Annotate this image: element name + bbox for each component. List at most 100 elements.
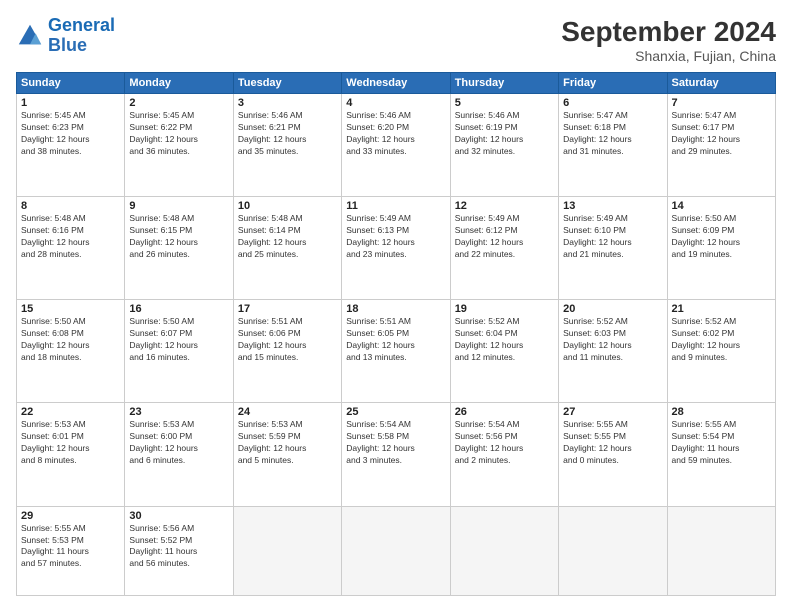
- title-section: September 2024 Shanxia, Fujian, China: [561, 16, 776, 64]
- day-info: Sunrise: 5:53 AM Sunset: 6:00 PM Dayligh…: [129, 419, 228, 467]
- day-number: 2: [129, 97, 228, 109]
- day-info: Sunrise: 5:46 AM Sunset: 6:19 PM Dayligh…: [455, 110, 554, 158]
- page: General Blue September 2024 Shanxia, Fuj…: [0, 0, 792, 612]
- day-info: Sunrise: 5:49 AM Sunset: 6:13 PM Dayligh…: [346, 213, 445, 261]
- calendar-cell: 1Sunrise: 5:45 AM Sunset: 6:23 PM Daylig…: [17, 94, 125, 197]
- calendar-cell: 7Sunrise: 5:47 AM Sunset: 6:17 PM Daylig…: [667, 94, 775, 197]
- day-number: 29: [21, 510, 120, 522]
- day-info: Sunrise: 5:55 AM Sunset: 5:53 PM Dayligh…: [21, 523, 120, 571]
- day-info: Sunrise: 5:48 AM Sunset: 6:15 PM Dayligh…: [129, 213, 228, 261]
- weekday-header: Friday: [559, 73, 667, 94]
- day-info: Sunrise: 5:54 AM Sunset: 5:56 PM Dayligh…: [455, 419, 554, 467]
- weekday-header: Thursday: [450, 73, 558, 94]
- day-number: 26: [455, 406, 554, 418]
- day-info: Sunrise: 5:53 AM Sunset: 5:59 PM Dayligh…: [238, 419, 337, 467]
- calendar-cell: 29Sunrise: 5:55 AM Sunset: 5:53 PM Dayli…: [17, 506, 125, 595]
- logo-line2: Blue: [48, 36, 115, 56]
- weekday-header: Saturday: [667, 73, 775, 94]
- calendar-cell: 22Sunrise: 5:53 AM Sunset: 6:01 PM Dayli…: [17, 403, 125, 506]
- day-info: Sunrise: 5:50 AM Sunset: 6:08 PM Dayligh…: [21, 316, 120, 364]
- calendar-cell: [342, 506, 450, 595]
- day-info: Sunrise: 5:47 AM Sunset: 6:18 PM Dayligh…: [563, 110, 662, 158]
- day-number: 17: [238, 303, 337, 315]
- day-number: 22: [21, 406, 120, 418]
- calendar-cell: 24Sunrise: 5:53 AM Sunset: 5:59 PM Dayli…: [233, 403, 341, 506]
- calendar: SundayMondayTuesdayWednesdayThursdayFrid…: [16, 72, 776, 596]
- day-number: 11: [346, 200, 445, 212]
- logo: General Blue: [16, 16, 115, 56]
- calendar-cell: 2Sunrise: 5:45 AM Sunset: 6:22 PM Daylig…: [125, 94, 233, 197]
- day-number: 18: [346, 303, 445, 315]
- day-number: 6: [563, 97, 662, 109]
- week-row: 22Sunrise: 5:53 AM Sunset: 6:01 PM Dayli…: [17, 403, 776, 506]
- month-title: September 2024: [561, 16, 776, 48]
- weekday-header: Monday: [125, 73, 233, 94]
- calendar-cell: 10Sunrise: 5:48 AM Sunset: 6:14 PM Dayli…: [233, 197, 341, 300]
- day-info: Sunrise: 5:48 AM Sunset: 6:16 PM Dayligh…: [21, 213, 120, 261]
- day-info: Sunrise: 5:55 AM Sunset: 5:54 PM Dayligh…: [672, 419, 771, 467]
- day-info: Sunrise: 5:47 AM Sunset: 6:17 PM Dayligh…: [672, 110, 771, 158]
- day-number: 24: [238, 406, 337, 418]
- day-info: Sunrise: 5:45 AM Sunset: 6:23 PM Dayligh…: [21, 110, 120, 158]
- week-row: 15Sunrise: 5:50 AM Sunset: 6:08 PM Dayli…: [17, 300, 776, 403]
- week-row: 1Sunrise: 5:45 AM Sunset: 6:23 PM Daylig…: [17, 94, 776, 197]
- day-number: 30: [129, 510, 228, 522]
- week-row: 29Sunrise: 5:55 AM Sunset: 5:53 PM Dayli…: [17, 506, 776, 595]
- day-info: Sunrise: 5:45 AM Sunset: 6:22 PM Dayligh…: [129, 110, 228, 158]
- weekday-header: Wednesday: [342, 73, 450, 94]
- logo-line1: General: [48, 15, 115, 35]
- day-info: Sunrise: 5:53 AM Sunset: 6:01 PM Dayligh…: [21, 419, 120, 467]
- calendar-cell: 26Sunrise: 5:54 AM Sunset: 5:56 PM Dayli…: [450, 403, 558, 506]
- day-number: 3: [238, 97, 337, 109]
- day-info: Sunrise: 5:51 AM Sunset: 6:06 PM Dayligh…: [238, 316, 337, 364]
- weekday-row: SundayMondayTuesdayWednesdayThursdayFrid…: [17, 73, 776, 94]
- calendar-cell: 19Sunrise: 5:52 AM Sunset: 6:04 PM Dayli…: [450, 300, 558, 403]
- calendar-cell: 16Sunrise: 5:50 AM Sunset: 6:07 PM Dayli…: [125, 300, 233, 403]
- day-number: 21: [672, 303, 771, 315]
- day-number: 27: [563, 406, 662, 418]
- calendar-cell: 11Sunrise: 5:49 AM Sunset: 6:13 PM Dayli…: [342, 197, 450, 300]
- day-number: 1: [21, 97, 120, 109]
- day-info: Sunrise: 5:46 AM Sunset: 6:20 PM Dayligh…: [346, 110, 445, 158]
- day-number: 5: [455, 97, 554, 109]
- day-number: 10: [238, 200, 337, 212]
- day-number: 28: [672, 406, 771, 418]
- calendar-cell: [559, 506, 667, 595]
- day-number: 14: [672, 200, 771, 212]
- calendar-cell: 15Sunrise: 5:50 AM Sunset: 6:08 PM Dayli…: [17, 300, 125, 403]
- calendar-cell: [450, 506, 558, 595]
- calendar-cell: 18Sunrise: 5:51 AM Sunset: 6:05 PM Dayli…: [342, 300, 450, 403]
- day-info: Sunrise: 5:46 AM Sunset: 6:21 PM Dayligh…: [238, 110, 337, 158]
- day-info: Sunrise: 5:50 AM Sunset: 6:07 PM Dayligh…: [129, 316, 228, 364]
- day-info: Sunrise: 5:49 AM Sunset: 6:12 PM Dayligh…: [455, 213, 554, 261]
- calendar-cell: 17Sunrise: 5:51 AM Sunset: 6:06 PM Dayli…: [233, 300, 341, 403]
- day-number: 19: [455, 303, 554, 315]
- day-number: 12: [455, 200, 554, 212]
- day-number: 20: [563, 303, 662, 315]
- day-info: Sunrise: 5:48 AM Sunset: 6:14 PM Dayligh…: [238, 213, 337, 261]
- calendar-cell: 3Sunrise: 5:46 AM Sunset: 6:21 PM Daylig…: [233, 94, 341, 197]
- logo-icon: [16, 22, 44, 50]
- day-info: Sunrise: 5:52 AM Sunset: 6:02 PM Dayligh…: [672, 316, 771, 364]
- calendar-body: 1Sunrise: 5:45 AM Sunset: 6:23 PM Daylig…: [17, 94, 776, 596]
- day-number: 7: [672, 97, 771, 109]
- calendar-header: SundayMondayTuesdayWednesdayThursdayFrid…: [17, 73, 776, 94]
- subtitle: Shanxia, Fujian, China: [561, 48, 776, 64]
- calendar-cell: 8Sunrise: 5:48 AM Sunset: 6:16 PM Daylig…: [17, 197, 125, 300]
- header: General Blue September 2024 Shanxia, Fuj…: [16, 16, 776, 64]
- day-number: 25: [346, 406, 445, 418]
- calendar-cell: 25Sunrise: 5:54 AM Sunset: 5:58 PM Dayli…: [342, 403, 450, 506]
- calendar-cell: 28Sunrise: 5:55 AM Sunset: 5:54 PM Dayli…: [667, 403, 775, 506]
- day-info: Sunrise: 5:56 AM Sunset: 5:52 PM Dayligh…: [129, 523, 228, 571]
- day-number: 15: [21, 303, 120, 315]
- calendar-cell: 23Sunrise: 5:53 AM Sunset: 6:00 PM Dayli…: [125, 403, 233, 506]
- calendar-cell: [667, 506, 775, 595]
- calendar-cell: 14Sunrise: 5:50 AM Sunset: 6:09 PM Dayli…: [667, 197, 775, 300]
- day-number: 13: [563, 200, 662, 212]
- weekday-header: Tuesday: [233, 73, 341, 94]
- calendar-cell: 9Sunrise: 5:48 AM Sunset: 6:15 PM Daylig…: [125, 197, 233, 300]
- calendar-cell: 20Sunrise: 5:52 AM Sunset: 6:03 PM Dayli…: [559, 300, 667, 403]
- day-info: Sunrise: 5:50 AM Sunset: 6:09 PM Dayligh…: [672, 213, 771, 261]
- day-number: 8: [21, 200, 120, 212]
- calendar-cell: 4Sunrise: 5:46 AM Sunset: 6:20 PM Daylig…: [342, 94, 450, 197]
